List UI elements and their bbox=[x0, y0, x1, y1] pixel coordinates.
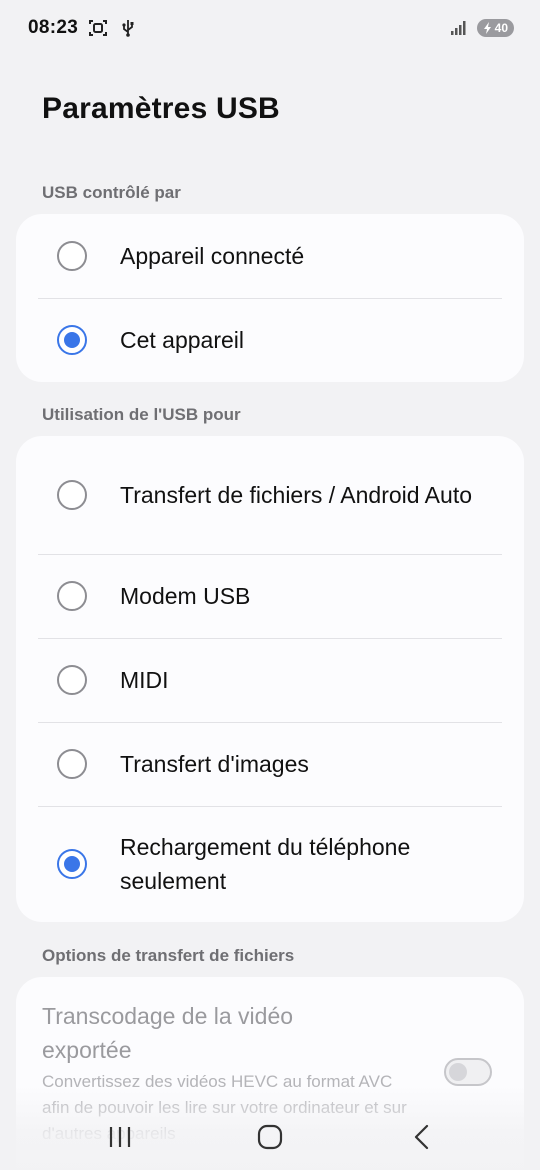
signal-icon bbox=[449, 18, 469, 38]
radio-button[interactable] bbox=[57, 241, 87, 271]
option-label: Rechargement du téléphone seulement bbox=[120, 834, 411, 894]
recent-apps-icon[interactable] bbox=[102, 1119, 138, 1155]
transcode-title: Transcodage de la vidéo exportée bbox=[42, 1003, 294, 1063]
transcode-toggle[interactable] bbox=[444, 1058, 492, 1086]
radio-button-selected[interactable] bbox=[57, 325, 87, 355]
navigation-bar bbox=[0, 1105, 540, 1165]
option-label: Appareil connecté bbox=[120, 243, 305, 269]
status-bar: 08:23 40 bbox=[0, 0, 540, 56]
status-time: 08:23 bbox=[28, 17, 79, 38]
radio-button[interactable] bbox=[57, 581, 87, 611]
home-icon[interactable] bbox=[252, 1119, 288, 1155]
usb-usage-card: Transfert de fichiers / Android Auto Mod… bbox=[16, 436, 524, 922]
option-label: Modem USB bbox=[120, 583, 251, 609]
usb-controlled-by-card: Appareil connecté Cet appareil bbox=[16, 214, 524, 382]
radio-button[interactable] bbox=[57, 749, 87, 779]
battery-charging-icon: 40 bbox=[476, 19, 514, 37]
radio-button[interactable] bbox=[57, 480, 87, 510]
section-label-usb-controlled-by: USB contrôlé par bbox=[42, 183, 181, 202]
option-this-device[interactable]: Cet appareil bbox=[16, 298, 524, 382]
option-usb-modem[interactable]: Modem USB bbox=[16, 554, 524, 638]
battery-level: 40 bbox=[494, 21, 508, 35]
back-icon[interactable] bbox=[404, 1119, 440, 1155]
option-label: Transfert d'images bbox=[120, 751, 309, 777]
option-label: Transfert de fichiers / Android Auto bbox=[120, 482, 472, 508]
option-image-transfer[interactable]: Transfert d'images bbox=[16, 722, 524, 806]
section-label-file-transfer-options: Options de transfert de fichiers bbox=[42, 946, 295, 965]
usb-icon bbox=[118, 18, 138, 38]
option-midi[interactable]: MIDI bbox=[16, 638, 524, 722]
screenshot-icon bbox=[88, 18, 108, 38]
option-connected-device[interactable]: Appareil connecté bbox=[16, 214, 524, 298]
option-label: MIDI bbox=[120, 667, 169, 693]
radio-button[interactable] bbox=[57, 665, 87, 695]
option-label: Cet appareil bbox=[120, 327, 245, 353]
section-label-usb-usage: Utilisation de l'USB pour bbox=[42, 405, 241, 424]
option-charging-only[interactable]: Rechargement du téléphone seulement bbox=[16, 806, 524, 922]
option-file-transfer[interactable]: Transfert de fichiers / Android Auto bbox=[16, 436, 524, 554]
page-title: Paramètres USB bbox=[42, 92, 280, 125]
radio-button-selected[interactable] bbox=[57, 849, 87, 879]
